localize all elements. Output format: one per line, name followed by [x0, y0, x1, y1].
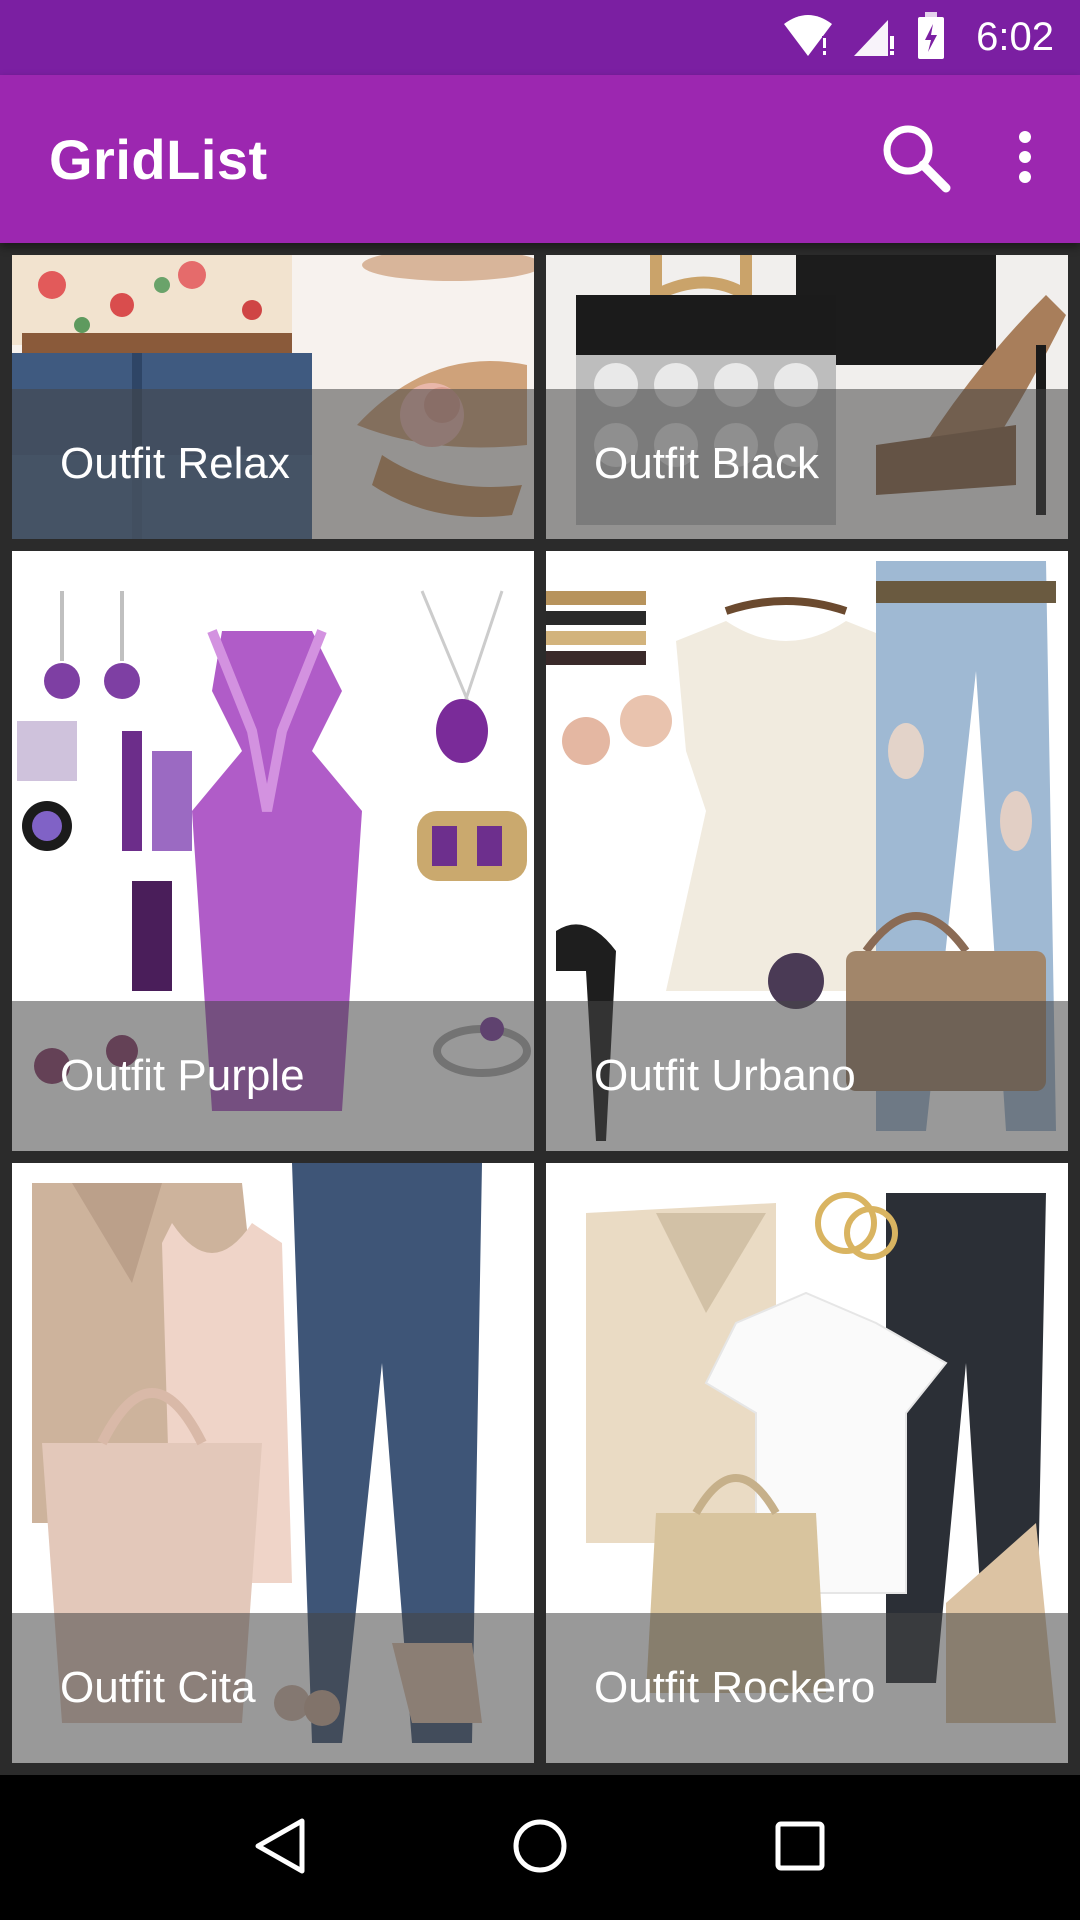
search-button[interactable] — [860, 75, 970, 243]
battery-charging-icon — [916, 11, 946, 64]
status-icons: 6:02 — [782, 11, 1054, 64]
grid-item-outfit-relax[interactable]: Outfit Relax — [12, 255, 534, 539]
grid-item-outfit-purple[interactable]: Outfit Purple — [12, 551, 534, 1151]
back-icon — [252, 1816, 308, 1880]
navigation-bar — [0, 1775, 1080, 1920]
status-time: 6:02 — [976, 15, 1054, 59]
grid-item-outfit-cita[interactable]: Outfit Cita — [12, 1163, 534, 1763]
recents-icon — [774, 1820, 826, 1876]
overflow-menu-button[interactable] — [970, 75, 1080, 243]
more-vert-icon — [1015, 131, 1035, 187]
wifi-icon — [782, 14, 834, 62]
grid-item-outfit-rockero[interactable]: Outfit Rockero — [546, 1163, 1068, 1763]
grid-item-label: Outfit Urbano — [594, 1051, 856, 1100]
cell-signal-icon — [852, 14, 898, 62]
grid-item-caption: Outfit Cita — [12, 1613, 534, 1763]
grid-item-caption: Outfit Black — [546, 389, 1068, 539]
outfit-grid: Outfit Relax Outfit Black Outfit Purple … — [0, 243, 1080, 1775]
status-bar: 6:02 — [0, 0, 1080, 75]
grid-item-label: Outfit Cita — [60, 1663, 256, 1712]
app-bar-actions — [860, 75, 1080, 243]
app-title: GridList — [49, 127, 268, 191]
grid-item-label: Outfit Purple — [60, 1051, 305, 1100]
grid-item-label: Outfit Black — [594, 439, 819, 488]
home-icon — [512, 1818, 568, 1878]
app-bar: GridList — [0, 75, 1080, 243]
search-icon — [878, 120, 952, 198]
grid-item-outfit-urbano[interactable]: Outfit Urbano — [546, 551, 1068, 1151]
grid-item-caption: Outfit Rockero — [546, 1613, 1068, 1763]
grid-item-label: Outfit Rockero — [594, 1663, 876, 1712]
grid-item-label: Outfit Relax — [60, 439, 290, 488]
home-button[interactable] — [480, 1788, 600, 1908]
back-button[interactable] — [220, 1788, 340, 1908]
grid-item-caption: Outfit Relax — [12, 389, 534, 539]
grid-item-caption: Outfit Purple — [12, 1001, 534, 1151]
recents-button[interactable] — [740, 1788, 860, 1908]
grid-item-outfit-black[interactable]: Outfit Black — [546, 255, 1068, 539]
grid-item-caption: Outfit Urbano — [546, 1001, 1068, 1151]
